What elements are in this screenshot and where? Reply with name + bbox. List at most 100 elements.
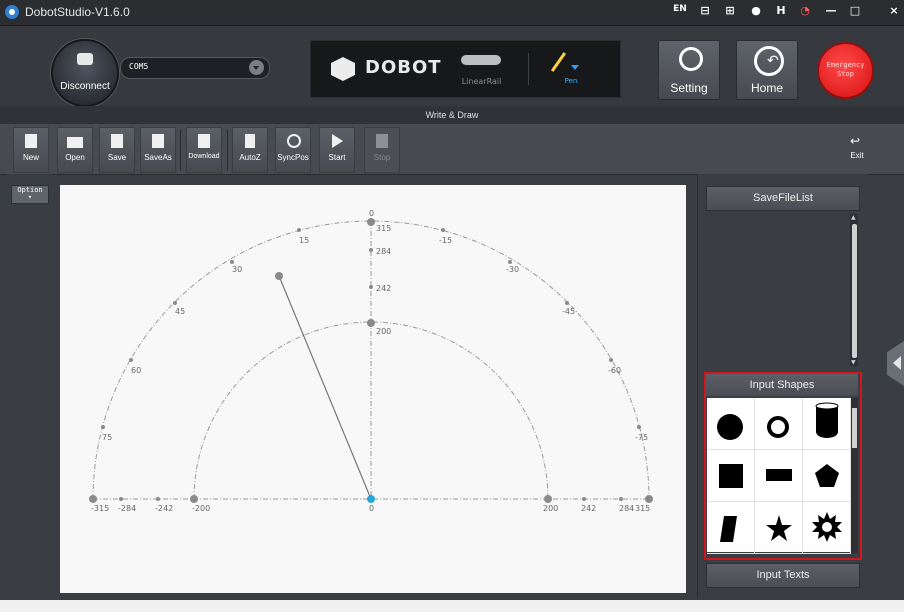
axis-point [369,285,373,289]
x-tick-label: -242 [155,504,173,513]
open-button[interactable]: Open [57,127,93,173]
angle-label: -75 [635,433,648,442]
input-texts-button[interactable]: Input Texts [706,563,860,588]
page-title: Write & Draw [425,110,479,120]
axis-point [190,495,198,503]
chevron-down-icon[interactable] [571,65,579,70]
file-list-scroll-thumb[interactable] [852,224,857,358]
linear-rail-icon[interactable] [461,55,501,65]
x-tick-label: 315 [635,504,650,513]
crosshair-icon [287,134,301,148]
scroll-up-icon[interactable]: ▲ [851,214,856,221]
y-tick-label: 284 [376,247,391,256]
syncpos-button[interactable]: SyncPos [275,127,311,173]
axis-point [544,495,552,503]
angle-point [441,228,445,232]
angle-label: 15 [299,236,309,245]
h-icon[interactable]: H [773,4,789,17]
start-button[interactable]: Start [319,127,355,173]
emergency-stop-button[interactable]: Emergency Stop [817,42,874,99]
angle-label: 75 [102,433,112,442]
panel-icon[interactable]: ⊞ [722,4,738,17]
toolbar-divider [227,130,228,170]
arm-segment [278,275,372,500]
shape-cylinder[interactable] [803,398,851,450]
shape-bar[interactable] [755,450,803,502]
autoz-button[interactable]: AutoZ [232,127,268,173]
circle-icon [717,414,743,440]
home-button[interactable]: ↶ Home [736,40,798,100]
setting-button[interactable]: Setting [658,40,720,100]
axis-point [156,497,160,501]
new-button[interactable]: New [13,127,49,173]
mail-icon[interactable]: ⊟ [697,4,713,17]
pentagon-icon [815,464,839,487]
input-shapes-button[interactable]: Input Shapes [706,374,858,396]
save-button[interactable]: Save [99,127,135,173]
download-label: Download [188,153,220,160]
shape-pentagon[interactable] [803,450,851,502]
shapes-scroll-thumb[interactable] [852,408,857,448]
shape-sun[interactable] [803,502,851,554]
stop-label: Stop [373,153,391,162]
exit-icon: ↩ [850,134,861,148]
download-button[interactable]: Download [186,127,222,173]
help-icon[interactable]: ● [748,4,764,17]
play-icon [332,134,343,148]
pen-icon[interactable] [550,52,567,72]
saved-file-list[interactable] [706,213,860,366]
home-label: Home [750,81,783,95]
shape-circle[interactable] [707,398,755,450]
square-icon [719,464,743,488]
scroll-down-icon[interactable]: ▼ [851,359,856,366]
port-select[interactable]: COM5 [120,57,270,79]
linear-rail-label: LinearRail [461,77,502,86]
shape-square[interactable] [707,450,755,502]
save-icon [111,134,123,148]
axis-point [619,497,623,501]
status-strip [0,600,904,612]
save-as-button[interactable]: SaveAs [140,127,176,173]
record-icon[interactable]: ◔ [797,4,813,17]
angle-label: -60 [608,366,621,375]
save-as-label: SaveAs [144,153,172,162]
disconnect-button[interactable]: Disconnect [51,39,119,107]
x-tick-label: 284 [619,504,634,513]
axis-point [367,319,375,327]
axis-point [89,495,97,503]
origin-point[interactable] [367,495,375,503]
chevron-down-icon[interactable] [249,60,264,75]
app-logo-icon [5,5,19,19]
shape-parallelogram[interactable] [707,502,755,554]
angle-point [129,358,133,362]
device-panel: DOBOT LinearRail Pen [310,40,621,98]
drawing-canvas[interactable]: -315 -284 -242 -200 0 200 242 284 315 0 … [60,185,686,593]
new-file-icon [25,134,37,148]
angle-point [230,260,234,264]
divider [528,53,529,85]
angle-point [609,358,613,362]
exit-button[interactable]: ↩ Exit [842,130,872,170]
stop-icon [376,134,388,148]
language-icon[interactable]: EN [672,4,688,14]
sun-icon [812,512,842,542]
angle-label: 30 [232,265,242,274]
window-title: DobotStudio-V1.6.0 [25,5,130,19]
shape-ring[interactable] [755,398,803,450]
stop-button[interactable]: Stop [364,127,400,173]
option-button[interactable]: Option ▾ [11,185,49,204]
angle-point [297,228,301,232]
maximize-icon[interactable]: □ [847,4,863,17]
angle-label: 60 [131,366,141,375]
y-tick-label: 0 [369,209,374,218]
minimize-icon[interactable]: — [823,4,839,17]
toolbar [0,124,904,175]
shape-star[interactable] [755,502,803,554]
angle-point [508,260,512,264]
chevron-left-icon [893,356,901,370]
arm-joint[interactable] [275,272,283,280]
close-icon[interactable]: × [886,4,902,17]
download-icon [198,134,210,148]
save-as-icon [152,134,164,148]
save-file-list-button[interactable]: SaveFileList [706,186,860,211]
